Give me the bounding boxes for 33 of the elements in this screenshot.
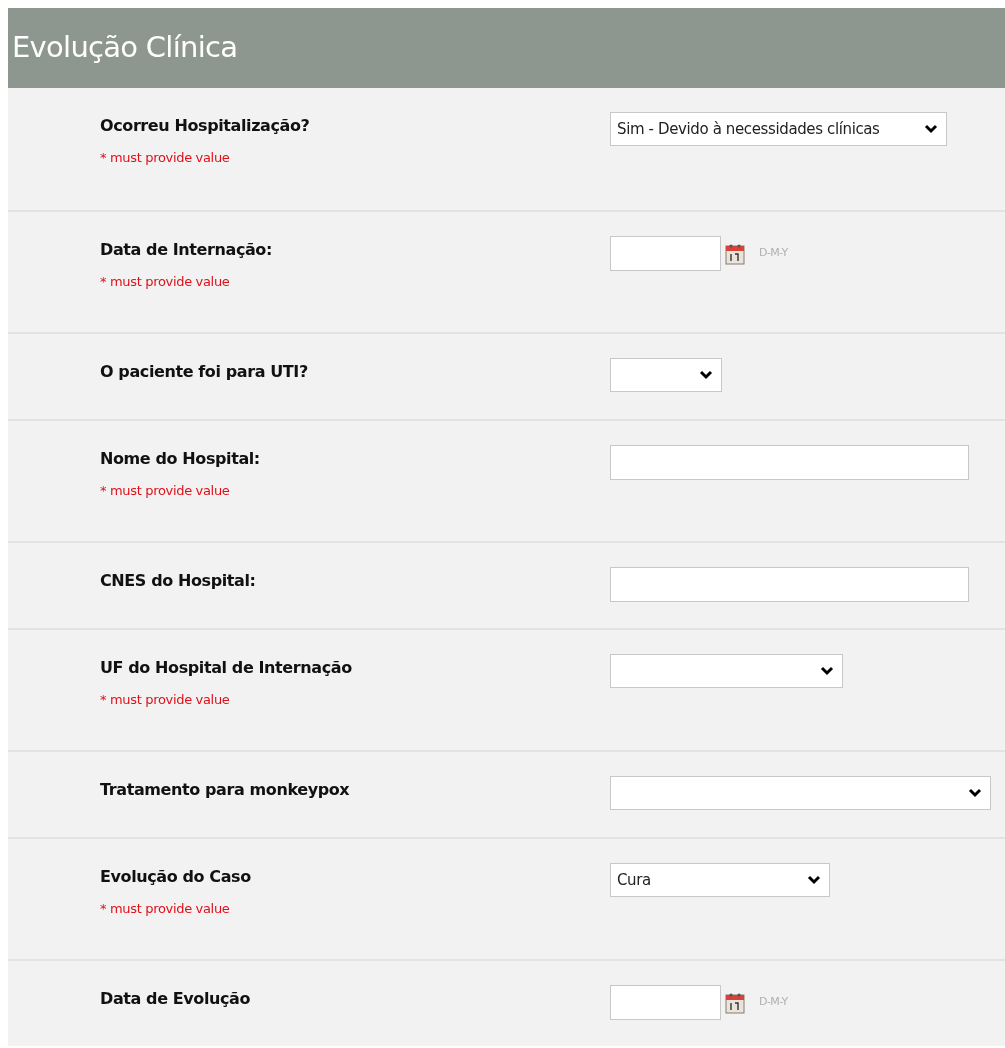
section-title: Evolução Clínica [12, 29, 238, 67]
date-format-hint: D-M-Y [759, 245, 788, 262]
calendar-icon [725, 991, 745, 1014]
required-note: * must provide value [100, 149, 230, 167]
field-label: Data de Evolução [100, 988, 251, 1010]
required-note: * must provide value [100, 900, 230, 918]
text-input[interactable] [610, 567, 969, 602]
field-label: CNES do Hospital: [100, 570, 256, 592]
date-format-hint: D-M-Y [759, 994, 788, 1011]
required-note: * must provide value [100, 691, 230, 709]
dropdown[interactable] [610, 358, 722, 392]
field-label: Evolução do Caso [100, 866, 251, 888]
required-note: * must provide value [100, 482, 230, 500]
calendar-icon [725, 242, 745, 265]
field-label: UF do Hospital de Internação [100, 657, 352, 679]
required-note: * must provide value [100, 273, 230, 291]
chevron-down-icon [807, 875, 821, 885]
text-input[interactable] [610, 445, 969, 480]
dropdown[interactable]: Cura [610, 863, 830, 897]
date-input[interactable] [610, 985, 721, 1020]
field-label: Ocorreu Hospitalização? [100, 115, 310, 137]
field-label: Data de Internação: [100, 239, 272, 261]
dropdown[interactable] [610, 654, 843, 688]
field-label: Nome do Hospital: [100, 448, 260, 470]
dropdown[interactable] [610, 776, 991, 810]
chevron-down-icon [820, 666, 834, 676]
chevron-down-icon [699, 370, 713, 380]
field-label: Tratamento para monkeypox [100, 779, 350, 801]
dropdown[interactable]: Sim - Devido à necessidades clínicas [610, 112, 947, 146]
chevron-down-icon [924, 124, 938, 134]
field-label: O paciente foi para UTI? [100, 361, 308, 383]
chevron-down-icon [968, 788, 982, 798]
date-input[interactable] [610, 236, 721, 271]
